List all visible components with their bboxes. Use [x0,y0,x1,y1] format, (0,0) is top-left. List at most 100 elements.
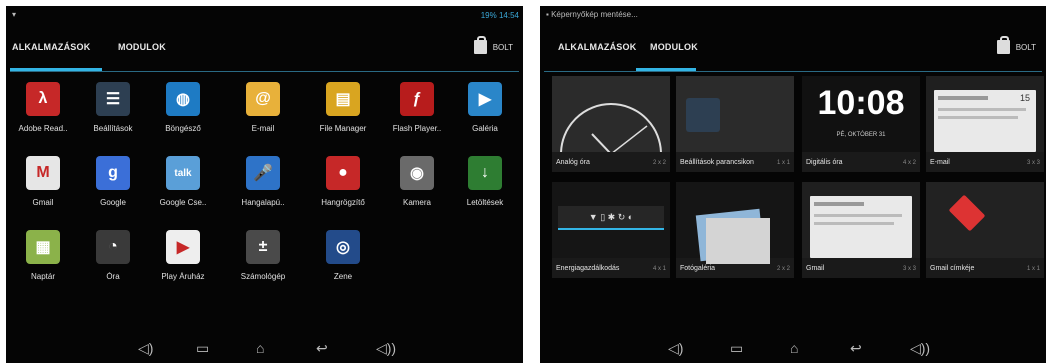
app-label: Hangrögzítő [321,198,365,207]
app-label: File Manager [319,124,367,133]
volume-up-icon[interactable]: ◁)) [910,341,930,355]
app-label: Google Cse.. [159,198,207,207]
back-icon[interactable]: ↩ [850,341,862,355]
status-text: Képernyőkép mentése... [551,10,638,19]
gallery-icon: ▶ [468,82,502,116]
shopping-bag-icon [473,36,487,54]
store-label: BOLT [492,42,513,52]
google-talk-icon: talk [166,156,200,190]
clock-icon: ◔ [96,230,130,264]
google-search-icon: g [96,156,130,190]
app-adobe-reader[interactable]: λ Adobe Read.. [8,82,78,133]
calendar-icon: ▦ [26,230,60,264]
widget-size: 2 x 2 [652,160,666,166]
widget-analog-clock[interactable]: Analóg óra 2 x 2 [552,76,670,172]
calculator-icon: ± [246,230,280,264]
app-label: Galéria [472,124,498,133]
volume-down-icon[interactable]: ◁) [668,341,683,355]
widget-size: 1 x 1 [776,160,790,166]
widget-photo-gallery[interactable]: Fotógaléria 2 x 2 [676,182,794,278]
app-calculator[interactable]: ± Számológép [228,230,298,281]
app-label: Zene [333,272,353,281]
app-label: Számológép [240,272,286,281]
tab-widgets[interactable]: MODULOK [118,42,166,52]
app-label: Hangalapú.. [241,198,285,207]
widget-label: Gmail [806,265,825,272]
widget-digital-clock[interactable]: 10:08 PÉ, OKTÓBER 31 Digitális óra 4 x 2 [802,76,920,172]
widget-size: 4 x 1 [652,266,666,272]
widget-size: 1 x 1 [1026,266,1040,272]
widget-label: Energiagazdálkodás [556,265,620,272]
app-label: Gmail [32,198,54,207]
widget-gmail-label[interactable]: Gmail címkéje 1 x 1 [926,182,1044,278]
apps-drawer-screen: ▾ 19% 14:54 ALKALMAZÁSOK MODULOK BOLT λA… [6,6,523,363]
gmail-widget-preview [802,182,920,258]
photo-gallery-preview [676,182,794,264]
tab-divider [10,71,519,72]
app-downloads[interactable]: ↓ Letöltések [450,156,520,207]
analog-clock-preview [552,76,670,172]
app-label: Flash Player.. [392,124,442,133]
downloads-icon: ↓ [468,156,502,190]
camera-icon: ◉ [400,156,434,190]
adobe-reader-icon: λ [26,82,60,116]
status-bar: ▾ 19% 14:54 [6,6,523,28]
widget-gmail-widget[interactable]: Gmail 3 x 3 [802,182,920,278]
digital-clock-time: 10:08 [817,84,905,122]
volume-up-icon[interactable]: ◁)) [376,341,396,355]
app-file-manager[interactable]: ▤ File Manager [308,82,378,133]
app-sound-recorder[interactable]: ● Hangrögzítő [308,156,378,207]
volume-down-icon[interactable]: ◁) [138,341,153,355]
recent-apps-icon[interactable]: ▭ [730,341,743,355]
app-clock[interactable]: ◔ Óra [78,230,148,281]
voice-search-icon: 🎤 [246,156,280,190]
screenshot-status: ▪ Képernyőkép mentése... [546,10,638,19]
app-voice-search[interactable]: 🎤 Hangalapú.. [228,156,298,207]
tab-apps[interactable]: ALKALMAZÁSOK [558,42,636,52]
status-battery-time: 19% 14:54 [481,11,519,20]
battery-percent: 19% [480,11,497,20]
drawer-tabs: ALKALMAZÁSOK MODULOK BOLT [540,30,1046,72]
home-icon[interactable]: ⌂ [256,341,264,355]
widget-label: Analóg óra [556,159,590,166]
drawer-tabs: ALKALMAZÁSOK MODULOK BOLT [6,30,523,72]
app-browser[interactable]: ◍ Böngésző [148,82,218,133]
app-settings[interactable]: ☰ Beállítások [78,82,148,133]
app-play-store[interactable]: ▶ Play Áruház [148,230,218,281]
app-label: Beállítások [93,124,133,133]
app-google-talk[interactable]: talk Google Cse.. [148,156,218,207]
sound-recorder-icon: ● [326,156,360,190]
play-store-icon: ▶ [166,230,200,264]
tab-divider [544,71,1042,72]
recent-apps-icon[interactable]: ▭ [196,341,209,355]
back-icon[interactable]: ↩ [316,341,328,355]
widget-size: 2 x 2 [776,266,790,272]
app-label: Adobe Read.. [18,124,68,133]
app-email[interactable]: @ E-mail [228,82,298,133]
app-google-search[interactable]: g Google [78,156,148,207]
app-camera[interactable]: ◉ Kamera [382,156,452,207]
store-button[interactable]: BOLT [473,36,513,54]
widget-size: 3 x 3 [1026,160,1040,166]
app-label: Letöltések [466,198,504,207]
email-icon: @ [246,82,280,116]
tab-widgets[interactable]: MODULOK [650,42,698,52]
widget-settings-shortcut[interactable]: Beállítások parancsikon 1 x 1 [676,76,794,172]
store-button[interactable]: BOLT [996,36,1036,54]
app-flash-player[interactable]: ƒ Flash Player.. [382,82,452,133]
widget-email-widget[interactable]: 15 E-mail 3 x 3 [926,76,1044,172]
app-gallery[interactable]: ▶ Galéria [450,82,520,133]
widget-power-control[interactable]: ▼ ▯ ✱ ↻ ◐ Energiagazdálkodás 4 x 1 [552,182,670,278]
home-icon[interactable]: ⌂ [790,341,798,355]
widget-size: 4 x 2 [902,160,916,166]
app-calendar[interactable]: ▦ Naptár [8,230,78,281]
email-count-badge: 15 [1019,93,1030,103]
digital-clock-date: PÉ, OKTÓBER 31 [836,132,886,138]
navigation-bar: ◁) ▭ ⌂ ↩ ◁)) [540,333,1046,363]
clock-time: 14:54 [498,11,519,20]
tab-apps[interactable]: ALKALMAZÁSOK [12,42,90,52]
app-music[interactable]: ◎ Zene [308,230,378,281]
app-gmail[interactable]: M Gmail [8,156,78,207]
screenshot-icon: ▪ [546,10,549,19]
store-label: BOLT [1015,42,1036,52]
